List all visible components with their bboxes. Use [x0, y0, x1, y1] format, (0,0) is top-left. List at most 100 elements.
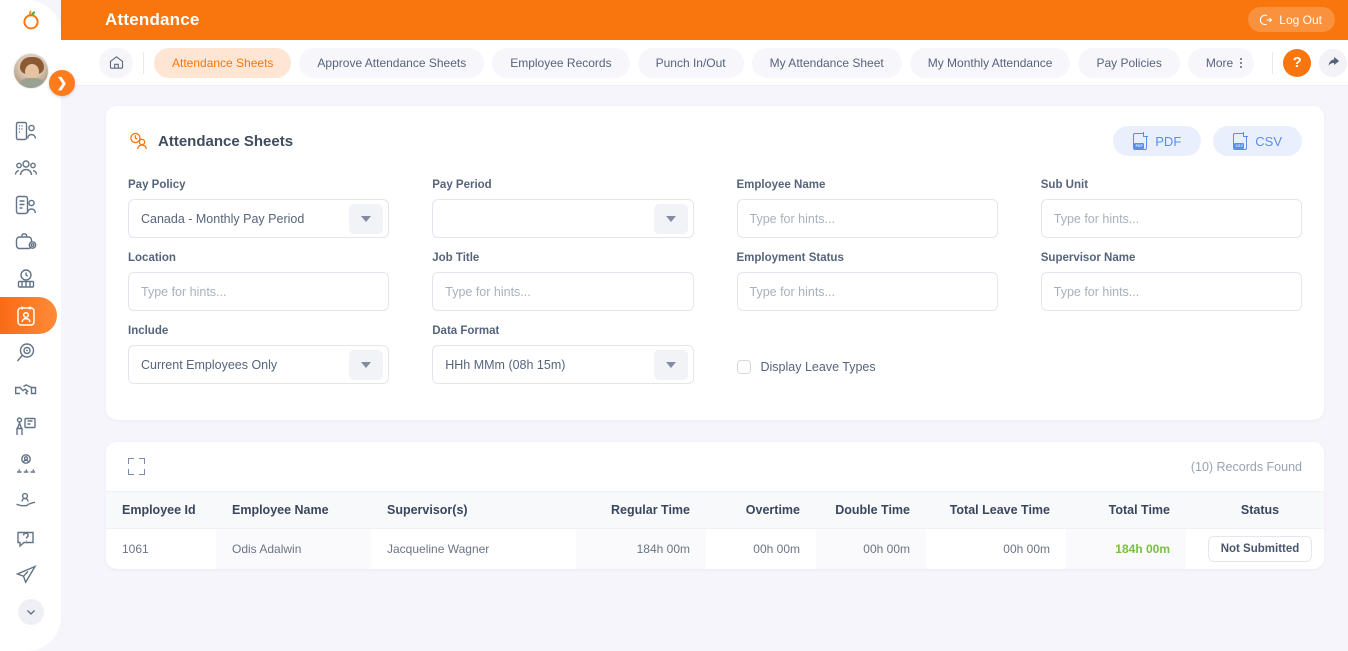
- csv-button[interactable]: CSV CSV: [1213, 126, 1302, 156]
- job-title-label: Job Title: [432, 252, 480, 264]
- clock-calendar-icon: [17, 268, 35, 288]
- sidebar-item-performance[interactable]: [0, 334, 61, 371]
- employee-name-label: Employee Name: [736, 179, 826, 191]
- user-hierarchy-icon: [17, 453, 35, 473]
- table-toolbar: (10) Records Found: [106, 442, 1324, 491]
- module-nav-bar: Attendance Sheets Approve Attendance She…: [61, 40, 1348, 86]
- col-total-leave-time: Total Leave Time: [926, 491, 1066, 529]
- tab-approve-attendance-sheets[interactable]: Approve Attendance Sheets: [299, 47, 485, 78]
- sidebar-item-recruitment[interactable]: [0, 223, 61, 260]
- sidebar-item-pim[interactable]: [0, 149, 61, 186]
- col-employee-name: Employee Name: [216, 491, 371, 529]
- col-supervisors: Supervisor(s): [371, 491, 576, 529]
- sub-unit-label: Sub Unit: [1040, 179, 1089, 191]
- logout-button[interactable]: Log Out: [1248, 7, 1335, 32]
- hand-user-icon: [16, 492, 36, 506]
- expand-icon[interactable]: [128, 458, 145, 475]
- display-leave-types-row[interactable]: Display Leave Types: [736, 347, 998, 386]
- display-leave-types-checkbox[interactable]: [736, 359, 751, 374]
- leave-document-icon: [15, 195, 37, 214]
- sub-unit-input[interactable]: Type for hints...: [1040, 199, 1302, 238]
- tab-punch-in-out[interactable]: Punch In/Out: [637, 47, 744, 78]
- include-select[interactable]: Current Employees Only: [128, 345, 390, 384]
- home-button[interactable]: [99, 47, 133, 78]
- sidebar-item-benefits[interactable]: [0, 482, 61, 519]
- display-leave-types-label: Display Leave Types: [760, 359, 876, 374]
- employment-status-label: Employment Status: [736, 252, 844, 264]
- tab-my-attendance-sheet[interactable]: My Attendance Sheet: [751, 47, 902, 78]
- records-found-label: (10) Records Found: [1190, 459, 1302, 474]
- col-total-time: Total Time: [1066, 491, 1186, 529]
- col-status: Status: [1186, 491, 1324, 529]
- home-icon: [109, 56, 123, 69]
- sidebar-item-time[interactable]: [0, 260, 61, 297]
- tab-pay-policies[interactable]: Pay Policies: [1078, 47, 1180, 78]
- col-regular-time: Regular Time: [576, 491, 706, 529]
- pdf-button[interactable]: PDF PDF: [1113, 126, 1202, 156]
- top-header-bar: Attendance Log Out: [61, 0, 1348, 40]
- data-format-select[interactable]: HHh MMm (08h 15m): [432, 345, 694, 384]
- pay-policy-label: Pay Policy: [128, 179, 186, 191]
- filter-form: Pay Policy Canada - Monthly Pay Period P…: [106, 156, 1324, 420]
- field-employment-status: Employment Status Type for hints...: [736, 252, 998, 311]
- sidebar-item-helpdesk[interactable]: [0, 519, 61, 556]
- pdf-file-icon: PDF: [1133, 131, 1149, 150]
- brand-logo[interactable]: [0, 0, 61, 40]
- pay-policy-value: Canada - Monthly Pay Period: [141, 211, 305, 226]
- pay-period-label: Pay Period: [432, 179, 492, 191]
- status-badge: Not Submitted: [1207, 535, 1313, 562]
- pay-period-select[interactable]: [432, 199, 694, 238]
- sidebar-more-button[interactable]: [17, 599, 44, 625]
- pay-policy-select[interactable]: Canada - Monthly Pay Period: [128, 199, 390, 238]
- tab-attendance-sheets[interactable]: Attendance Sheets: [154, 47, 292, 78]
- supervisor-name-input[interactable]: Type for hints...: [1040, 272, 1302, 311]
- help-button[interactable]: ?: [1283, 48, 1312, 77]
- location-placeholder: Type for hints...: [141, 284, 227, 299]
- share-button[interactable]: [1319, 48, 1348, 77]
- include-value: Current Employees Only: [141, 357, 278, 372]
- table-body: 1061 Odis Adalwin Jacqueline Wagner 184h…: [106, 528, 1324, 569]
- cell-status: Not Submitted: [1186, 529, 1324, 569]
- briefcase-gear-icon: [15, 232, 37, 249]
- chevron-down-icon[interactable]: [653, 350, 688, 380]
- supervisor-name-label: Supervisor Name: [1040, 252, 1136, 264]
- attendance-sheet-icon: [130, 132, 147, 149]
- sidebar-toggle-button[interactable]: ❯: [49, 70, 75, 96]
- handshake-icon: [15, 383, 37, 395]
- table-row[interactable]: 1061 Odis Adalwin Jacqueline Wagner 184h…: [106, 528, 1324, 569]
- col-double-time: Double Time: [816, 491, 926, 529]
- sidebar-item-admin[interactable]: [0, 112, 61, 149]
- job-title-input[interactable]: Type for hints...: [432, 272, 694, 311]
- nav-right-actions: ?: [1262, 48, 1348, 77]
- col-employee-id: Employee Id: [106, 491, 216, 529]
- data-format-value: HHh MMm (08h 15m): [445, 357, 566, 372]
- chevron-down-icon[interactable]: [653, 204, 688, 234]
- chevron-down-icon[interactable]: [349, 204, 384, 234]
- field-pay-period: Pay Period: [432, 179, 694, 238]
- include-label: Include: [128, 325, 169, 337]
- tab-my-monthly-attendance[interactable]: My Monthly Attendance: [909, 47, 1071, 78]
- cell-total-leave-time: 00h 00m: [1003, 541, 1050, 556]
- chevron-down-icon[interactable]: [349, 350, 384, 380]
- cell-regular-time: 184h 00m: [576, 528, 706, 569]
- magnifier-target-icon: [16, 342, 35, 361]
- location-input[interactable]: Type for hints...: [128, 272, 390, 311]
- employee-name-input[interactable]: Type for hints...: [736, 199, 998, 238]
- sidebar-item-succession[interactable]: [0, 445, 61, 482]
- tab-more[interactable]: More: [1187, 47, 1255, 78]
- job-title-placeholder: Type for hints...: [445, 284, 531, 299]
- tab-employee-records[interactable]: Employee Records: [492, 47, 630, 78]
- attendance-table: Employee Id Employee Name Supervisor(s) …: [106, 491, 1324, 569]
- airplane-icon: [15, 564, 37, 584]
- logout-label: Log Out: [1279, 12, 1322, 27]
- field-spacer: [1041, 325, 1302, 386]
- field-sub-unit: Sub Unit Type for hints...: [1040, 179, 1302, 238]
- sidebar-item-training[interactable]: [0, 408, 61, 445]
- sidebar-item-attendance[interactable]: [0, 297, 57, 334]
- supervisor-name-placeholder: Type for hints...: [1053, 284, 1140, 299]
- sidebar-item-leave[interactable]: [0, 186, 61, 223]
- employment-status-input[interactable]: Type for hints...: [736, 272, 998, 311]
- sidebar-item-travel[interactable]: [0, 556, 61, 593]
- sidebar-item-onboarding[interactable]: [0, 371, 61, 408]
- avatar[interactable]: [0, 40, 61, 102]
